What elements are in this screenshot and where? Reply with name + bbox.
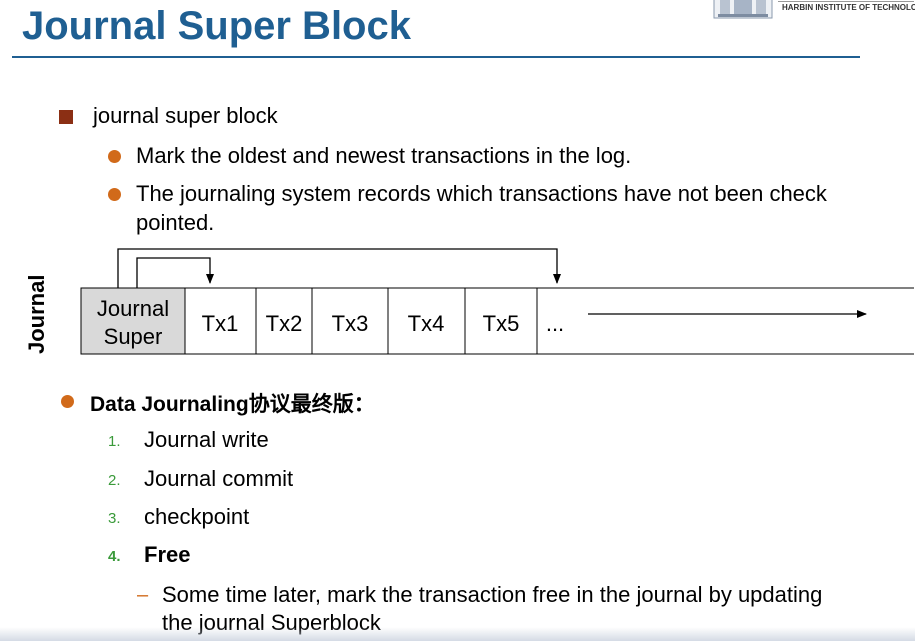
super-label-line2: Super <box>104 324 163 349</box>
free-note-line1: Some time later, mark the transaction fr… <box>162 582 823 607</box>
tx1-label: Tx1 <box>202 311 239 336</box>
tx3-label: Tx3 <box>332 311 369 336</box>
tx4-label: Tx4 <box>408 311 445 336</box>
step-number: 4. <box>108 548 121 565</box>
journal-tail-region <box>536 287 914 355</box>
tx2-label: Tx2 <box>266 311 303 336</box>
step-text: checkpoint <box>144 504 250 529</box>
dot-bullet-icon <box>61 395 74 408</box>
protocol-heading: Data Journaling协议最终版： <box>90 393 375 416</box>
step-number: 1. <box>108 433 121 450</box>
step-number: 2. <box>108 472 121 489</box>
step-number: 3. <box>108 510 121 527</box>
step-text: Free <box>144 542 191 567</box>
step-text: Journal write <box>144 427 269 452</box>
footer-fade <box>0 627 915 641</box>
ellipsis-label: ... <box>546 311 564 336</box>
tx5-label: Tx5 <box>483 311 520 336</box>
step-text: Journal commit <box>144 466 294 491</box>
dash-bullet-icon: – <box>137 584 149 606</box>
journal-diagram: Journal Super Tx1 Tx2 Tx3 Tx4 Tx5 ... <box>80 248 914 355</box>
pointer-arrow-newest <box>117 248 561 288</box>
pointer-arrow-oldest <box>136 257 214 288</box>
super-label-line1: Journal <box>97 296 169 321</box>
